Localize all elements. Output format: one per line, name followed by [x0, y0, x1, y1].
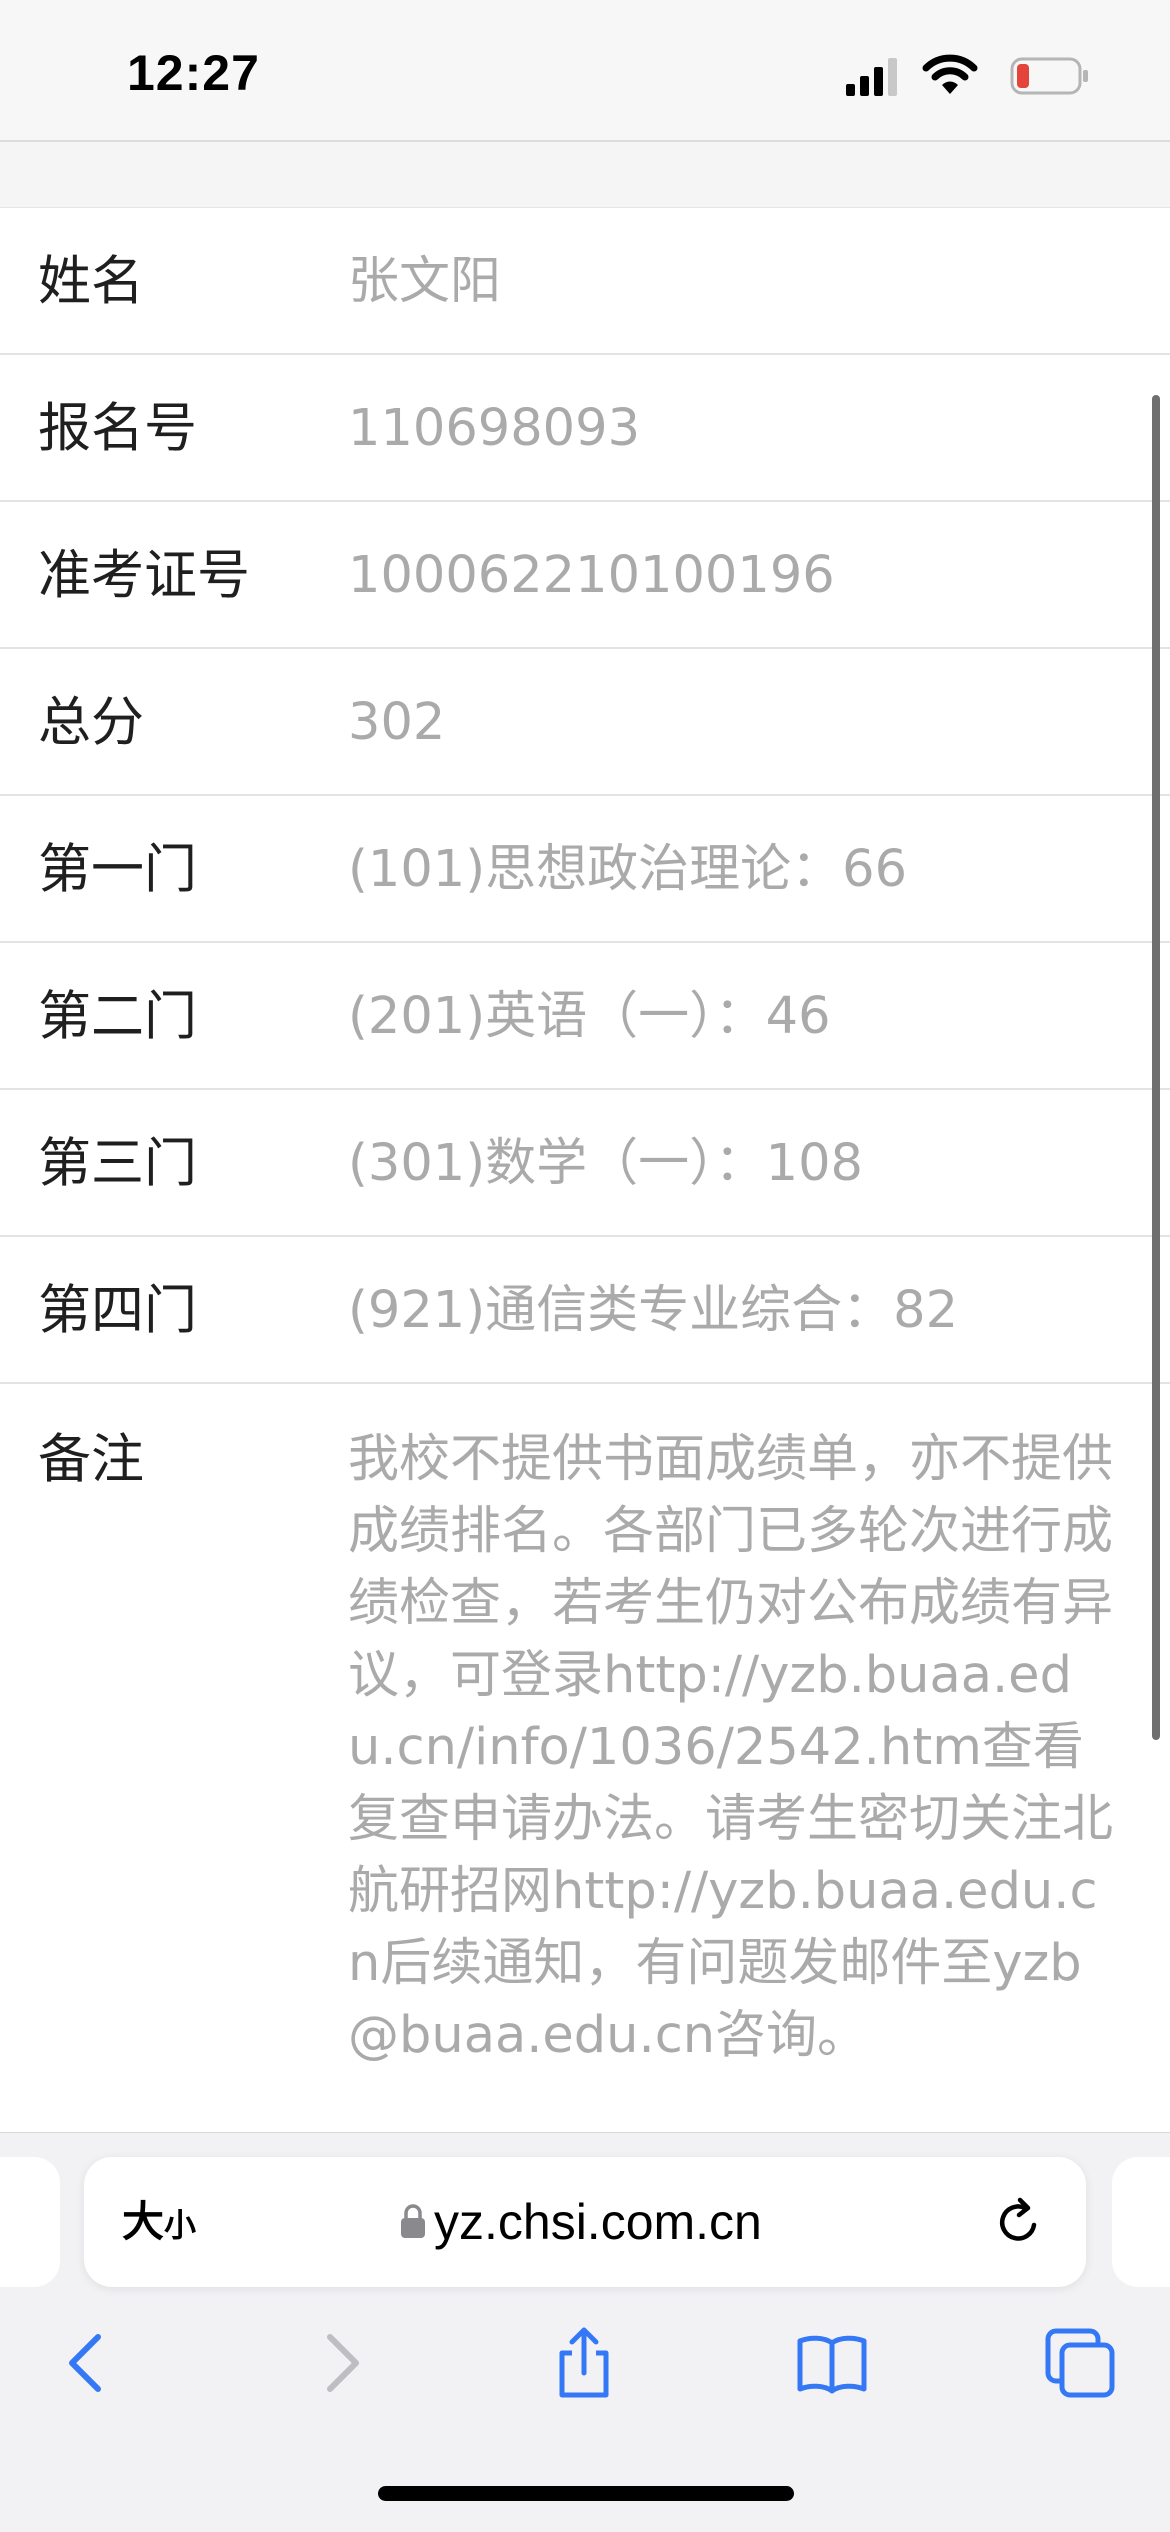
row-value: (201)英语（一）：46: [348, 987, 831, 1046]
battery-icon: [1010, 56, 1090, 96]
browser-toolbar: [0, 2303, 1170, 2423]
score-table: 姓名 张文阳 报名号 110698093 准考证号 10006221010019…: [0, 208, 1170, 2144]
back-button[interactable]: [52, 2327, 124, 2399]
chevron-left-icon: [69, 2334, 101, 2392]
text-size-small-label: 小: [164, 2206, 197, 2244]
browser-bottom-bar: 大小 yz.chsi.com.cn: [0, 2132, 1170, 2532]
row-remarks: 备注 我校不提供书面成绩单，亦不提供成绩排名。各部门已多轮次进行成绩检查，若考生…: [0, 1384, 1170, 2144]
row-value: 100062210100196: [348, 546, 835, 605]
remarks-label: 备注: [38, 1429, 144, 1490]
status-bar: 12:27: [0, 0, 1170, 142]
header-spacer: [0, 142, 1170, 208]
lock-icon: [400, 2203, 426, 2239]
tabs-icon: [1045, 2328, 1115, 2398]
previous-tab-preview[interactable]: [0, 2157, 60, 2287]
row-value: (301)数学（一）：108: [348, 1134, 863, 1193]
address-bar[interactable]: 大小 yz.chsi.com.cn: [84, 2157, 1086, 2287]
row-label: 第四门: [38, 1280, 197, 1341]
row-label: 第一门: [38, 839, 197, 900]
wifi-icon: [922, 54, 978, 96]
share-icon: [559, 2327, 609, 2398]
row-value: (921)通信类专业综合：82: [348, 1281, 959, 1340]
row-subject-3: 第三门 (301)数学（一）：108: [0, 1090, 1170, 1237]
forward-button[interactable]: [304, 2327, 376, 2399]
row-value: 110698093: [348, 399, 641, 458]
next-tab-preview[interactable]: [1112, 2157, 1170, 2287]
row-value: (101)思想政治理论：66: [348, 840, 908, 899]
row-admission-ticket: 准考证号 100062210100196: [0, 502, 1170, 649]
row-label: 总分: [38, 692, 144, 753]
row-label: 第三门: [38, 1133, 197, 1194]
tabs-button[interactable]: [1044, 2327, 1116, 2399]
url-text: yz.chsi.com.cn: [434, 2194, 762, 2250]
row-total-score: 总分 302: [0, 649, 1170, 796]
status-time: 12:27: [127, 45, 260, 101]
text-size-button[interactable]: 大小: [122, 2157, 196, 2287]
row-value: 张文阳: [348, 252, 502, 311]
remarks-text: 我校不提供书面成绩单，亦不提供成绩排名。各部门已多轮次进行成绩检查，若考生仍对公…: [348, 1430, 1114, 2065]
signal-icon: [844, 56, 904, 96]
home-indicator[interactable]: [378, 2486, 794, 2501]
row-label: 第二门: [38, 986, 197, 1047]
row-registration-number: 报名号 110698093: [0, 355, 1170, 502]
text-size-large-label: 大: [122, 2197, 165, 2246]
row-label: 报名号: [38, 398, 197, 459]
reload-icon[interactable]: [992, 2195, 1046, 2249]
row-label: 准考证号: [38, 545, 250, 606]
row-subject-4: 第四门 (921)通信类专业综合：82: [0, 1237, 1170, 1384]
row-subject-2: 第二门 (201)英语（一）：46: [0, 943, 1170, 1090]
row-subject-1: 第一门 (101)思想政治理论：66: [0, 796, 1170, 943]
row-name: 姓名 张文阳: [0, 208, 1170, 355]
page-scrollbar[interactable]: [1152, 395, 1160, 1740]
bookmarks-button[interactable]: [796, 2327, 868, 2399]
book-icon: [797, 2335, 867, 2394]
chevron-right-icon: [327, 2334, 359, 2392]
share-button[interactable]: [548, 2327, 620, 2399]
row-label: 姓名: [38, 251, 144, 312]
row-value: 302: [348, 693, 446, 752]
